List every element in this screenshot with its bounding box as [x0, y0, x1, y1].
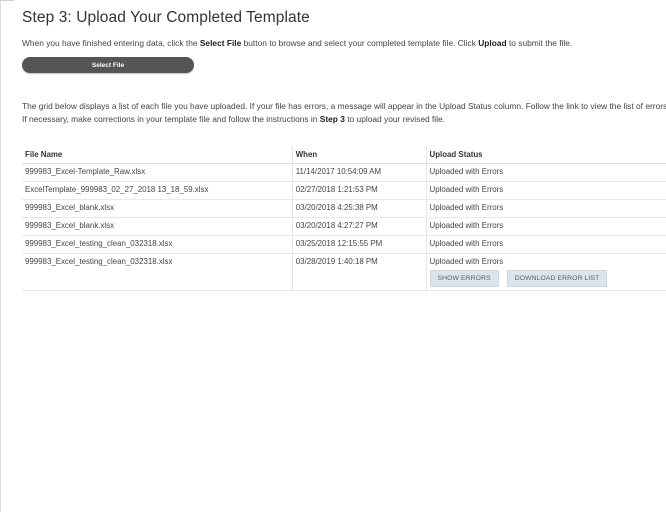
error-actions: SHOW ERRORS DOWNLOAD ERROR LIST — [429, 270, 664, 287]
file-name-cell: 999983_Excel_blank.xlsx — [22, 217, 293, 236]
upload-status-text: Uploaded with Errors — [429, 257, 504, 266]
table-row: 999983_Excel_blank.xlsx 03/20/2018 4:25:… — [22, 199, 666, 218]
instructions-text-2: button to browse and select your complet… — [241, 38, 479, 48]
upload-instructions: When you have finished entering data, cl… — [22, 38, 572, 48]
top-border-fragment — [0, 0, 14, 1]
instructions-text-3: to submit the file. — [506, 38, 573, 48]
instructions-select-file-bold: Select File — [199, 38, 242, 48]
grid-instructions-step3-bold: Step 3 — [319, 113, 345, 124]
table-row: 999983_Excel-Template_Raw.xlsx 11/14/201… — [22, 163, 666, 182]
show-errors-button[interactable]: SHOW ERRORS — [429, 270, 499, 287]
when-cell: 03/20/2018 4:25:38 PM — [291, 199, 426, 218]
upload-status-cell: Uploaded with Errors — [425, 181, 666, 200]
when-cell: 03/20/2018 4:27:27 PM — [291, 217, 426, 236]
file-name-cell: 999983_Excel_testing_clean_032318.xlsx — [22, 235, 293, 254]
grid-instructions: The grid below displays a list of each f… — [22, 100, 666, 125]
upload-status-cell: Uploaded with Errors — [425, 163, 666, 182]
table-row: 999983_Excel_blank.xlsx 03/20/2018 4:27:… — [22, 217, 666, 236]
upload-status-cell: Uploaded with Errors — [425, 217, 666, 236]
grid-header-row: File Name When Upload Status — [22, 146, 666, 164]
page-title: Step 3: Upload Your Completed Template — [22, 9, 310, 26]
column-header-upload-status: Upload Status — [425, 146, 666, 164]
column-header-file-name: File Name — [22, 146, 293, 164]
file-name-cell: 999983_Excel_testing_clean_032318.xlsx — [22, 253, 293, 291]
uploaded-files-grid: File Name When Upload Status 999983_Exce… — [22, 146, 666, 291]
when-cell: 03/25/2018 12:15:55 PM — [291, 235, 426, 254]
column-header-when: When — [291, 146, 426, 164]
upload-status-cell-with-actions: Uploaded with Errors SHOW ERRORS DOWNLOA… — [425, 253, 666, 291]
instructions-text-1: When you have finished entering data, cl… — [22, 38, 200, 48]
file-name-cell: ExcelTemplate_999983_02_27_2018 13_18_59… — [22, 181, 293, 200]
upload-status-cell: Uploaded with Errors — [425, 235, 666, 254]
table-row: 999983_Excel_testing_clean_032318.xlsx 0… — [22, 235, 666, 254]
grid-instructions-text-2: to upload your revised file. — [344, 113, 445, 124]
table-row: ExcelTemplate_999983_02_27_2018 13_18_59… — [22, 181, 666, 200]
upload-status-cell: Uploaded with Errors — [425, 199, 666, 218]
file-name-cell: 999983_Excel-Template_Raw.xlsx — [22, 163, 293, 182]
when-cell: 02/27/2018 1:21:53 PM — [291, 181, 426, 200]
when-cell: 03/28/2019 1:40:18 PM — [291, 253, 426, 291]
file-name-cell: 999983_Excel_blank.xlsx — [22, 199, 293, 218]
instructions-upload-bold: Upload — [478, 38, 507, 48]
when-cell: 11/14/2017 10:54:09 AM — [291, 163, 426, 182]
table-row: 999983_Excel_testing_clean_032318.xlsx 0… — [22, 253, 666, 291]
left-border — [0, 0, 1, 512]
download-error-list-button[interactable]: DOWNLOAD ERROR LIST — [506, 270, 608, 287]
select-file-button[interactable]: Select File — [22, 57, 194, 73]
